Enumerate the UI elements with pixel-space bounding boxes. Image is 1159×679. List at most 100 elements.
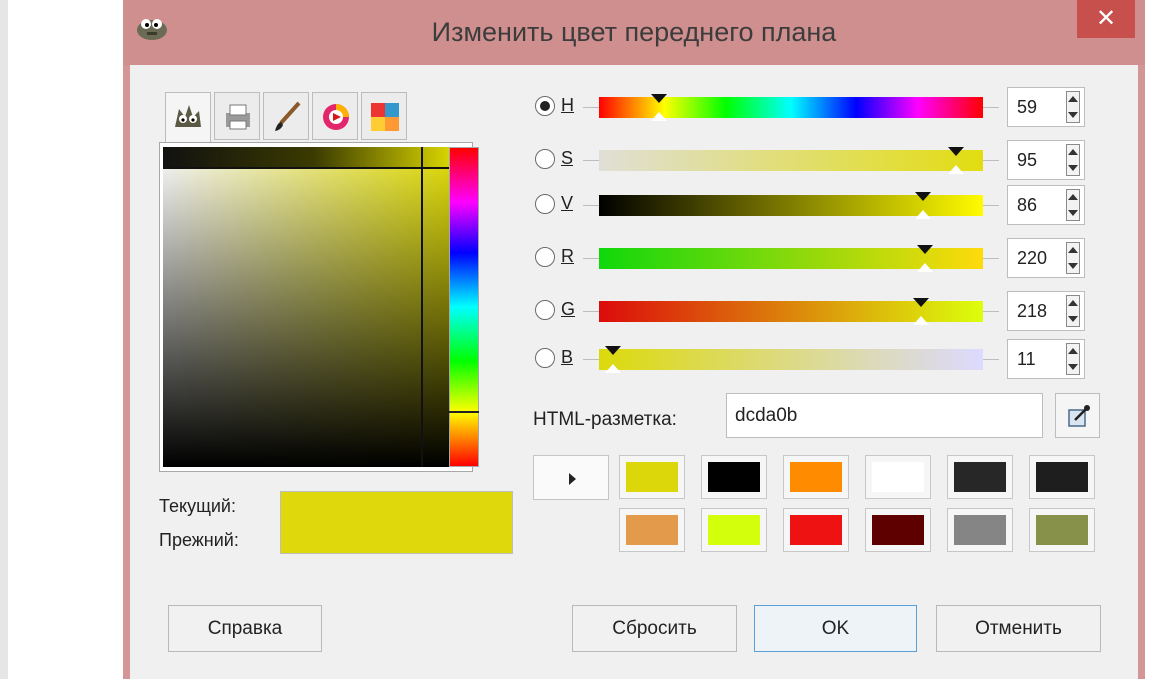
tab-watercolor-selector[interactable]	[263, 92, 309, 140]
top-strip	[163, 147, 463, 167]
slider-b-thumb[interactable]	[605, 346, 621, 355]
color-wheel-icon	[323, 104, 349, 130]
radio-v[interactable]	[535, 194, 555, 214]
printer-icon	[226, 104, 250, 130]
history-fill-11	[1036, 515, 1088, 545]
spin-arrows-h[interactable]	[1066, 91, 1080, 123]
radio-h[interactable]	[535, 96, 555, 116]
saturation-value-square[interactable]	[163, 147, 463, 467]
spin-arrows-v[interactable]	[1066, 189, 1080, 221]
slider-b[interactable]	[583, 346, 999, 373]
slider-s[interactable]	[583, 147, 999, 174]
history-fill-9	[872, 515, 924, 545]
slider-v-thumb[interactable]	[915, 192, 931, 201]
color-picker-button[interactable]	[1055, 393, 1100, 438]
history-swatch[interactable]	[619, 508, 685, 552]
slider-h[interactable]	[583, 94, 999, 121]
slider-r[interactable]	[583, 245, 999, 272]
history-fill-8	[790, 515, 842, 545]
history-fill-7	[708, 515, 760, 545]
eyedropper-icon	[1068, 405, 1090, 427]
spin-g[interactable]: 218	[1007, 291, 1085, 331]
value-g: 218	[1017, 301, 1048, 321]
value-b: 11	[1017, 349, 1036, 369]
hue-marker	[449, 411, 479, 413]
palette-icon	[371, 103, 399, 131]
dialog-content: Текущий: Прежний: H 59 S 95 V 86 R 220 G…	[130, 65, 1138, 679]
channel-label-b: B	[561, 347, 574, 367]
history-fill-5	[1036, 462, 1088, 492]
spin-arrows-b[interactable]	[1066, 343, 1080, 375]
slider-r-thumb[interactable]	[917, 245, 933, 254]
old-label: Прежний:	[159, 530, 239, 550]
close-button[interactable]: ✕	[1077, 0, 1135, 38]
window-title: Изменить цвет переднего плана	[431, 17, 837, 47]
radio-s[interactable]	[535, 149, 555, 169]
history-swatch[interactable]	[947, 455, 1013, 499]
hue-strip[interactable]	[449, 147, 479, 467]
reset-button[interactable]: Сбросить	[572, 605, 737, 652]
tab-wheel-selector[interactable]	[312, 92, 358, 140]
spin-h[interactable]: 59	[1007, 87, 1085, 127]
history-fill-3	[872, 462, 924, 492]
value-crosshair-line	[163, 167, 463, 169]
spin-arrows-r[interactable]	[1066, 242, 1080, 274]
history-fill-2	[790, 462, 842, 492]
tab-cmyk-selector[interactable]	[214, 92, 260, 140]
channel-label-s: S	[561, 148, 574, 168]
html-notation-label: HTML-разметка:	[533, 409, 677, 430]
gimp-icon	[175, 105, 201, 127]
value-h: 59	[1017, 97, 1038, 117]
history-fill-6	[626, 515, 678, 545]
current-label: Текущий:	[159, 496, 236, 516]
slider-g[interactable]	[583, 298, 999, 325]
dialog-window: Изменить цвет переднего плана ✕ Текущий:…	[123, 0, 1145, 679]
cancel-button[interactable]: Отменить	[936, 605, 1101, 652]
current-color-swatch	[280, 491, 513, 554]
radio-g[interactable]	[535, 300, 555, 320]
history-swatch[interactable]	[1029, 455, 1095, 499]
slider-v[interactable]	[583, 192, 999, 219]
spin-b[interactable]: 11	[1007, 339, 1085, 379]
value-v: 86	[1017, 195, 1038, 215]
history-swatch[interactable]	[701, 508, 767, 552]
help-button[interactable]: Справка	[168, 605, 322, 652]
spin-arrows-s[interactable]	[1066, 144, 1080, 176]
title-bar: Изменить цвет переднего плана ✕	[123, 0, 1145, 65]
tab-scales-selector[interactable]	[361, 92, 407, 140]
saturation-crosshair-line	[421, 147, 423, 467]
spin-v[interactable]: 86	[1007, 185, 1085, 225]
history-fill-4	[954, 462, 1006, 492]
history-expand-button[interactable]	[533, 455, 609, 500]
history-fill-1	[708, 462, 760, 492]
slider-s-thumb[interactable]	[948, 147, 964, 156]
radio-b[interactable]	[535, 348, 555, 368]
spin-s[interactable]: 95	[1007, 140, 1085, 180]
channel-label-g: G	[561, 299, 576, 319]
history-swatch[interactable]	[783, 508, 849, 552]
slider-g-thumb[interactable]	[913, 298, 929, 307]
value-r: 220	[1017, 248, 1048, 268]
radio-r[interactable]	[535, 247, 555, 267]
slider-h-thumb[interactable]	[651, 94, 667, 103]
spin-arrows-g[interactable]	[1066, 295, 1080, 327]
arrow-right-icon	[569, 473, 576, 485]
history-swatch[interactable]	[783, 455, 849, 499]
html-notation-input[interactable]: dcda0b	[726, 393, 1043, 438]
history-swatch[interactable]	[619, 455, 685, 499]
channel-label-h: H	[561, 95, 574, 115]
value-s: 95	[1017, 150, 1038, 170]
brush-icon	[275, 101, 301, 131]
history-fill-10	[954, 515, 1006, 545]
history-fill-0	[626, 462, 678, 492]
history-swatch[interactable]	[947, 508, 1013, 552]
tab-gimp-selector[interactable]	[165, 92, 211, 142]
history-swatch[interactable]	[701, 455, 767, 499]
ok-button[interactable]: OK	[754, 605, 917, 652]
history-swatch[interactable]	[1029, 508, 1095, 552]
background-strip	[0, 0, 8, 679]
channel-label-r: R	[561, 246, 574, 266]
history-swatch[interactable]	[865, 508, 931, 552]
history-swatch[interactable]	[865, 455, 931, 499]
spin-r[interactable]: 220	[1007, 238, 1085, 278]
